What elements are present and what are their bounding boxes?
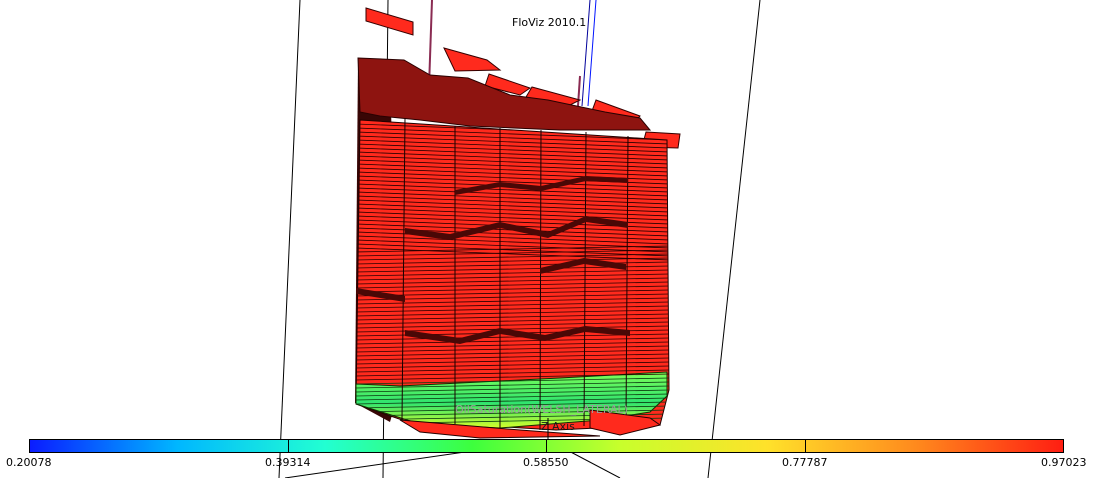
colorbar-tick-2: 0.58550 <box>523 456 569 469</box>
bounding-line-right <box>707 0 761 478</box>
colorbar-tick-mark-3 <box>805 439 806 453</box>
colorbar-tick-3: 0.77787 <box>782 456 828 469</box>
app-title: FloViz 2010.1 <box>512 16 587 29</box>
floating-slab-1 <box>365 7 414 36</box>
property-label: OilSaturation(WELSH_LATERAL) <box>455 403 628 416</box>
bounding-line-left <box>278 0 301 478</box>
z-axis-label: Z Axis <box>541 420 575 433</box>
top-crown <box>357 57 652 131</box>
colorbar-tick-mark-1 <box>288 439 289 453</box>
floating-slab-2 <box>443 47 502 72</box>
well-trajectory-purple-2 <box>577 75 581 107</box>
colorbar-tick-0: 0.20078 <box>6 456 52 469</box>
3d-viewport[interactable]: FloViz 2010.1 OilSaturation(WELSH_LATERA… <box>0 0 1116 478</box>
colorbar-tick-mark-2 <box>546 439 547 453</box>
colorbar-tick-1: 0.39314 <box>265 456 311 469</box>
colorbar-tick-4: 0.97023 <box>1041 456 1087 469</box>
